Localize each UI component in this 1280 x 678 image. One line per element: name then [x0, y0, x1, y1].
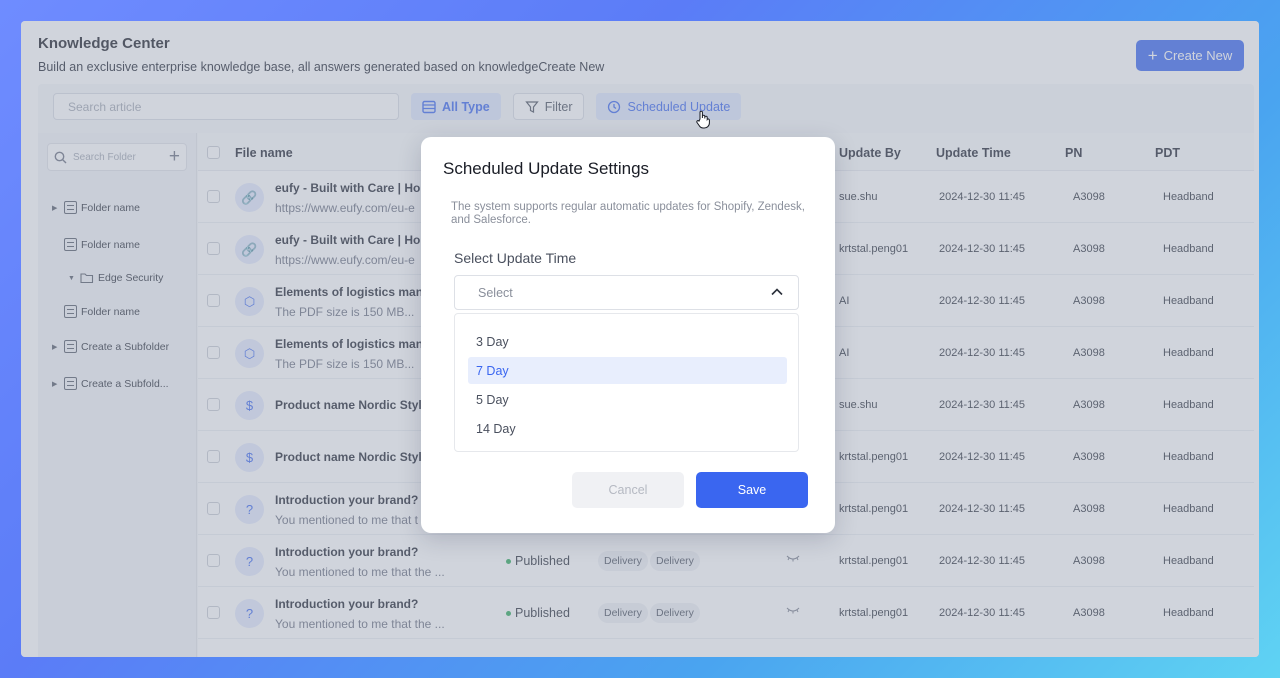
modal-title: Scheduled Update Settings: [443, 159, 650, 178]
option-7-day[interactable]: 7 Day: [468, 357, 787, 384]
chevron-up-icon: [771, 288, 783, 296]
save-button[interactable]: Save: [696, 472, 808, 508]
option-14-day[interactable]: 14 Day: [468, 415, 787, 442]
modal-description: The system supports regular automatic up…: [451, 201, 805, 226]
cancel-button[interactable]: Cancel: [572, 472, 684, 508]
scheduled-update-modal: Scheduled Update Settings The system sup…: [421, 137, 835, 533]
update-time-select[interactable]: Select: [454, 275, 799, 310]
option-3-day[interactable]: 3 Day: [468, 328, 787, 355]
option-5-day[interactable]: 5 Day: [468, 386, 787, 413]
update-time-label: Select Update Time: [454, 250, 577, 266]
update-time-options: 3 Day 7 Day 5 Day 14 Day: [454, 313, 799, 452]
select-placeholder: Select: [478, 285, 513, 300]
hand-cursor-icon: [696, 110, 710, 129]
